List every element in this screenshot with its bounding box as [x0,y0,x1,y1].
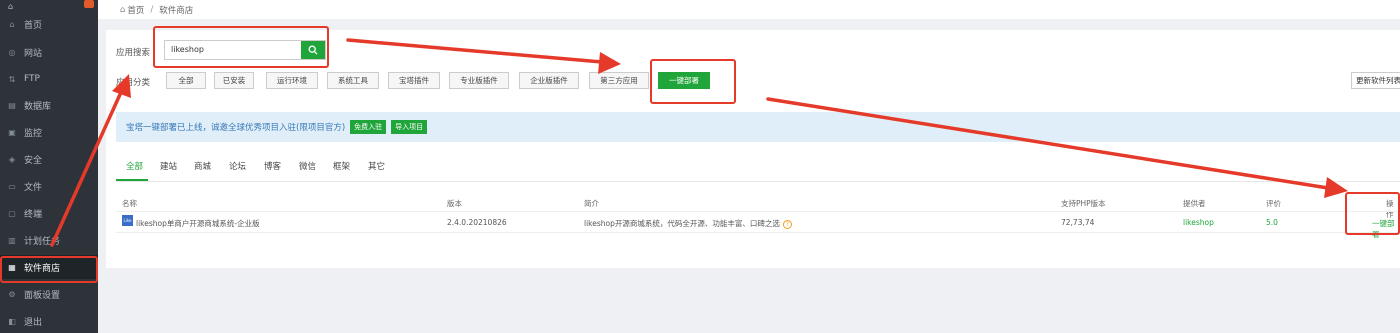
annotation-arrow-right [346,38,604,64]
annotation-arrowhead-down-right [1324,177,1348,198]
annotation-arrow-up [50,88,124,247]
annotation-arrowhead-up [112,74,131,98]
annotation-arrowhead-right [598,52,621,74]
annotation-arrows [50,38,1348,247]
annotation-arrow-down-right [766,97,1330,190]
